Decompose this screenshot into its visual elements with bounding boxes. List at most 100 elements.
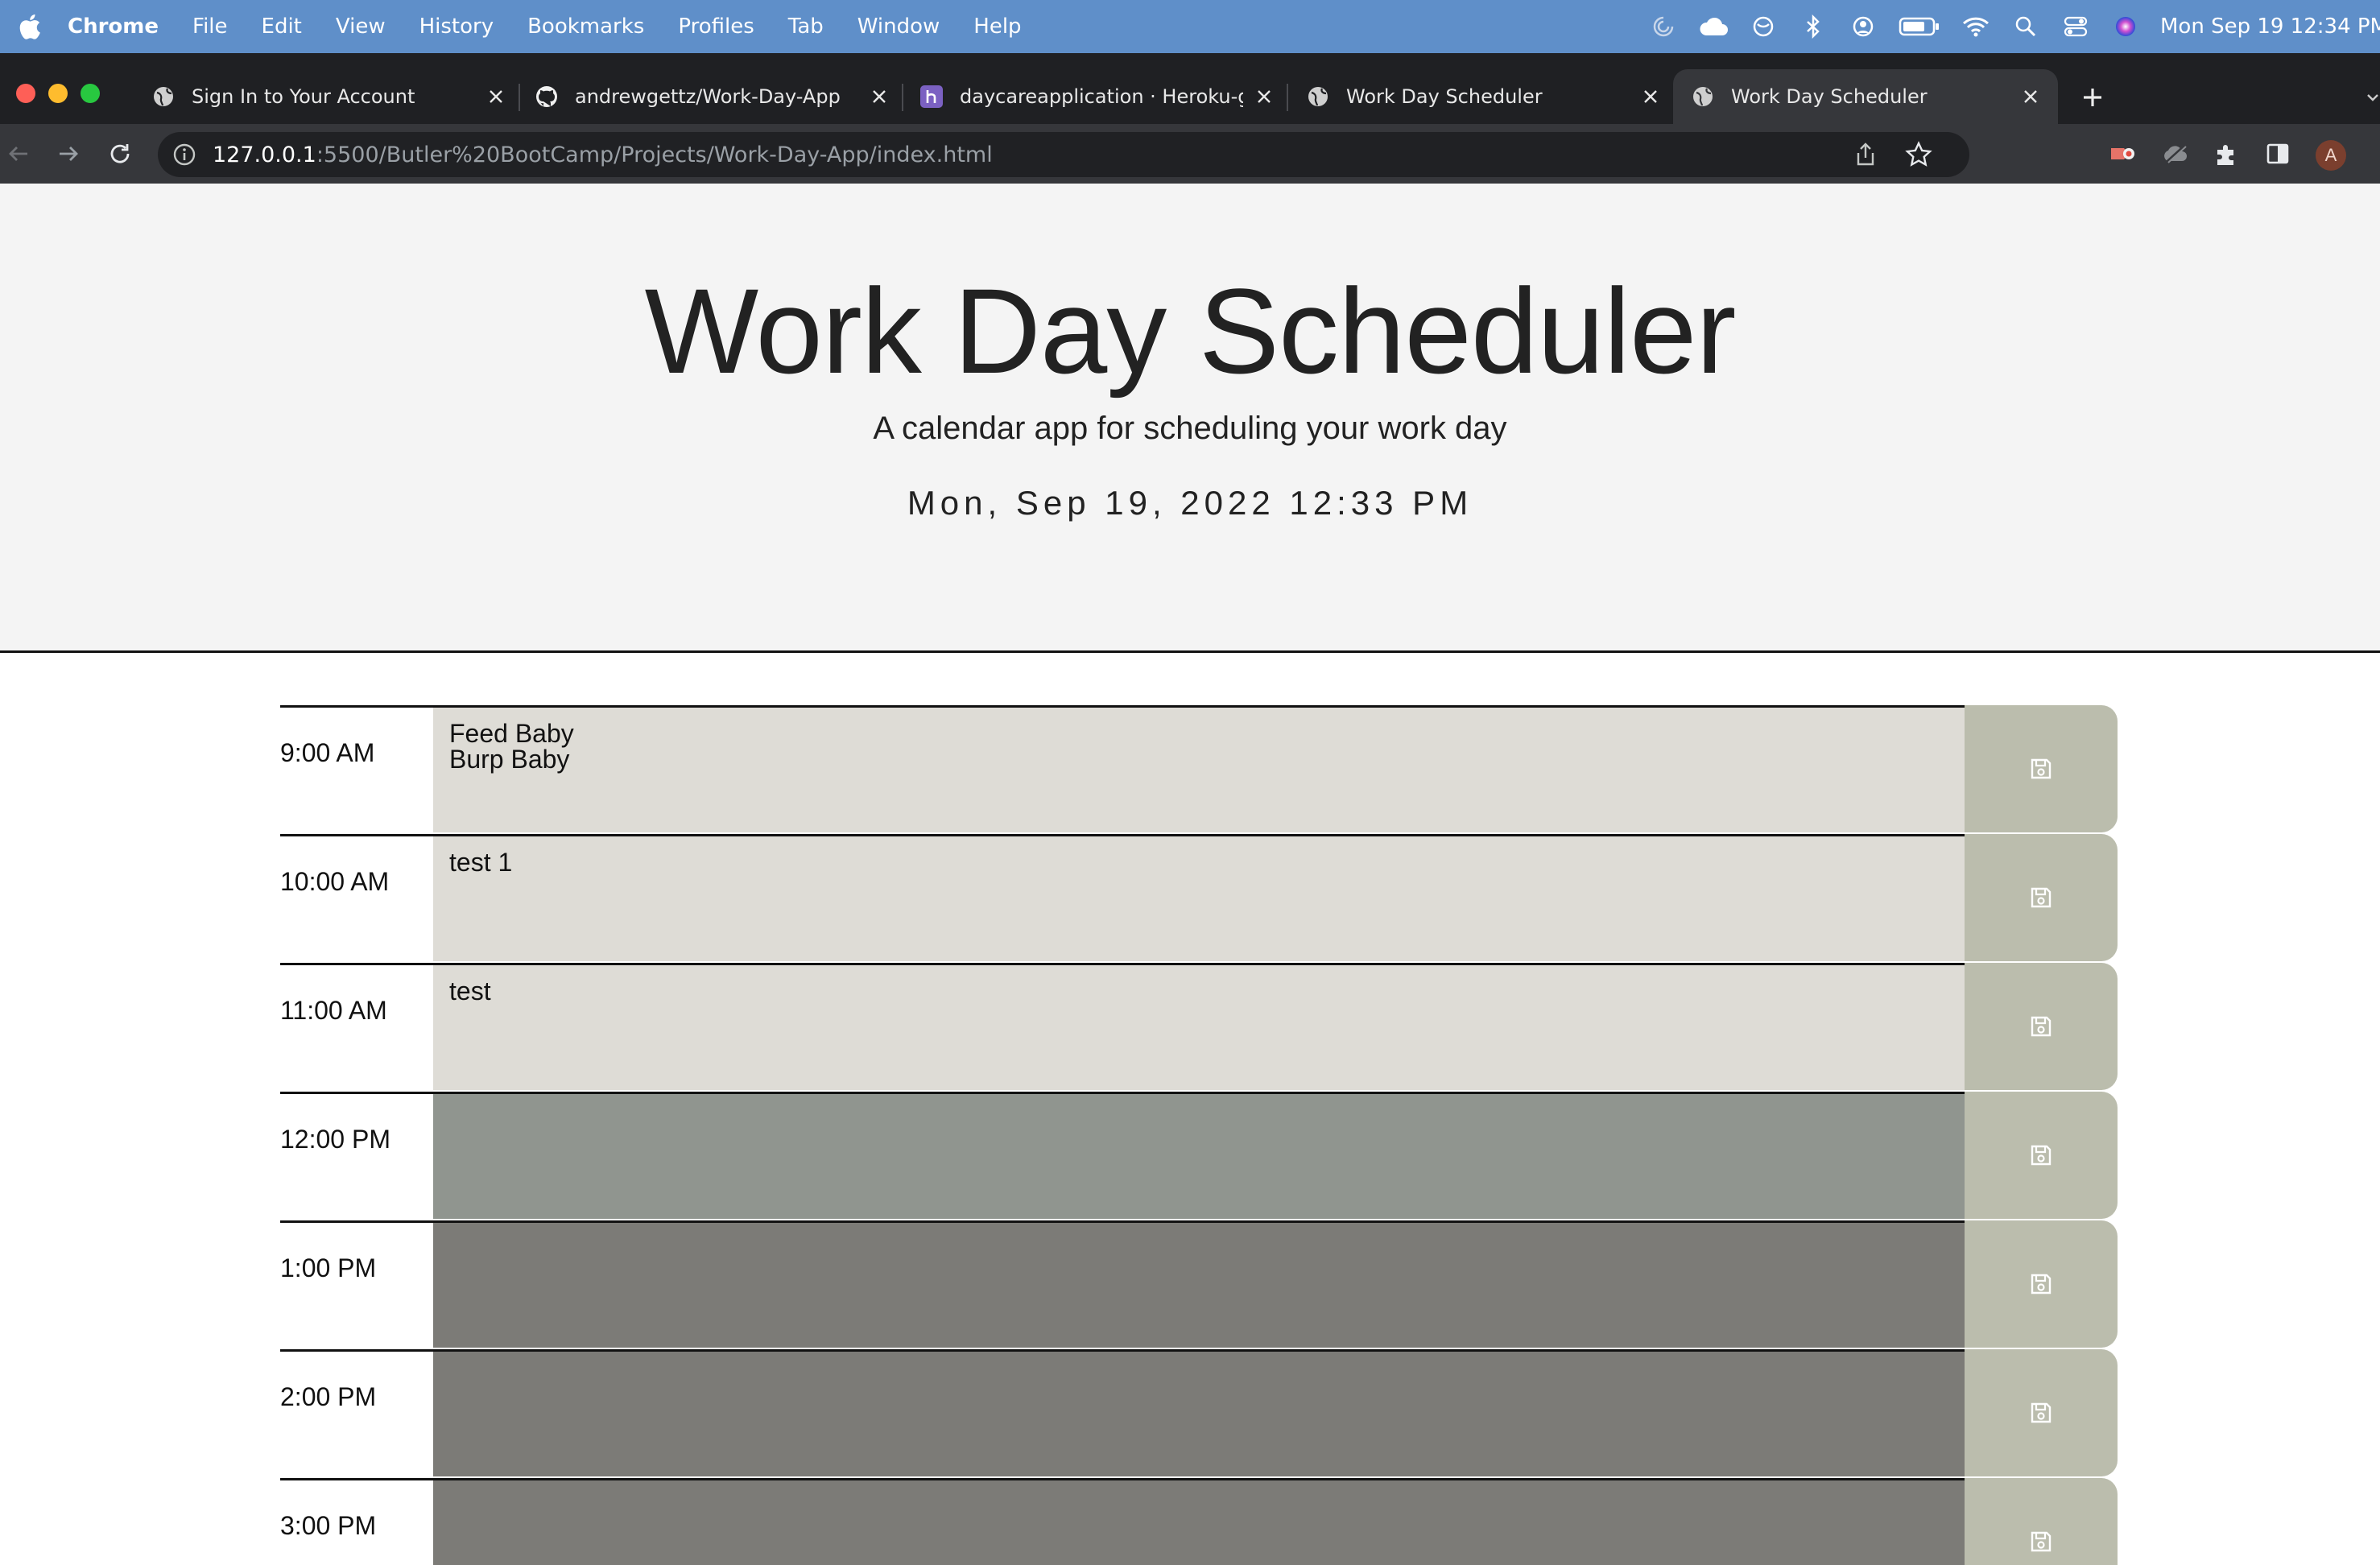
hour-label: 2:00 PM [280,1349,433,1476]
menu-help[interactable]: Help [973,14,1021,39]
timeblock-row: 12:00 PM [280,1092,2118,1219]
event-description[interactable] [433,1220,1965,1348]
spotlight-search-icon[interactable] [2010,11,2041,42]
timeblock-row: 2:00 PM [280,1349,2118,1476]
menu-tab[interactable]: Tab [788,14,824,39]
save-icon [2031,1402,2052,1423]
menu-bookmarks[interactable]: Bookmarks [527,14,644,39]
extension-recorder-icon[interactable] [2108,138,2138,169]
event-description[interactable] [433,1092,1965,1219]
back-button[interactable] [3,138,34,169]
timeblock-list: 9:00 AM Feed Baby Burp Baby 10:00 AM tes… [280,705,2118,1565]
menu-profiles[interactable]: Profiles [678,14,754,39]
reload-button[interactable] [105,138,135,169]
timeblock-row: 1:00 PM [280,1220,2118,1348]
profile-avatar[interactable]: A [2316,140,2346,171]
hour-label: 9:00 AM [280,705,433,832]
save-icon [2031,1016,2052,1037]
hour-label: 1:00 PM [280,1220,433,1348]
globe-icon [151,85,176,109]
save-icon [2031,1531,2052,1552]
save-button[interactable] [1965,1478,2118,1565]
event-description[interactable] [433,1349,1965,1476]
timeblock-row: 11:00 AM test [280,963,2118,1090]
status-menus: Mon Sep 19 12:34 PM [1648,0,2380,53]
menu-window[interactable]: Window [857,14,940,39]
extension-cloud-icon[interactable] [2159,138,2190,169]
event-description[interactable]: test 1 [433,834,1965,961]
close-icon[interactable] [2021,87,2040,106]
tab-divider [1287,84,1288,111]
timeblock-row: 10:00 AM test 1 [280,834,2118,961]
macos-menu-bar: Chrome File Edit View History Bookmarks … [0,0,2380,53]
user-account-icon[interactable] [1848,11,1878,42]
menu-view[interactable]: View [336,14,386,39]
save-button[interactable] [1965,834,2118,961]
extensions-puzzle-icon[interactable] [2211,138,2242,169]
menu-history[interactable]: History [419,14,494,39]
event-description[interactable]: test [433,963,1965,1090]
browser-tab[interactable]: Sign In to Your Account [151,69,506,124]
close-icon[interactable] [486,87,506,106]
cloud-icon[interactable] [1698,11,1729,42]
save-button[interactable] [1965,963,2118,1090]
address-bar[interactable]: 127.0.0.1:5500/Butler%20BootCamp/Project… [158,132,1969,177]
timeblock-row: 9:00 AM Feed Baby Burp Baby [280,705,2118,832]
web-page: Work Day Scheduler A calendar app for sc… [0,184,2380,1565]
menu-app-name[interactable]: Chrome [68,14,159,39]
page-header: Work Day Scheduler A calendar app for sc… [0,184,2380,653]
close-icon[interactable] [870,87,889,106]
save-icon [2031,758,2052,779]
page-title: Work Day Scheduler [644,263,1737,398]
close-icon[interactable] [1641,87,1660,106]
browser-tab-active[interactable]: Work Day Scheduler [1673,69,2058,124]
control-center-icon[interactable] [2060,11,2091,42]
window-close-button[interactable] [16,84,35,103]
hour-label: 3:00 PM [280,1478,433,1565]
apple-icon[interactable] [16,12,42,41]
bookmark-star-icon[interactable] [1905,141,1932,168]
bluetooth-icon[interactable] [1798,11,1828,42]
tab-title: Work Day Scheduler [1731,85,1928,108]
globe-icon [1306,85,1330,109]
forward-button[interactable] [53,138,84,169]
event-description[interactable]: Feed Baby Burp Baby [433,705,1965,832]
tab-title: andrewgettz/Work-Day-App [575,85,841,108]
tab-divider [902,84,903,111]
menu-file[interactable]: File [192,14,228,39]
side-panel-icon[interactable] [2262,138,2293,169]
info-icon[interactable] [172,142,196,167]
event-description[interactable] [433,1478,1965,1565]
menubar-clock[interactable]: Mon Sep 19 12:34 PM [2160,14,2380,39]
browser-tab[interactable]: andrewgettz/Work-Day-App [535,69,889,124]
menu-edit[interactable]: Edit [262,14,302,39]
save-button[interactable] [1965,705,2118,832]
window-zoom-button[interactable] [81,84,100,103]
tab-title: Work Day Scheduler [1346,85,1543,108]
save-button[interactable] [1965,1349,2118,1476]
close-icon[interactable] [1254,87,1274,106]
github-icon [535,85,559,109]
globe-icon [1691,85,1715,109]
tab-title: daycareapplication · Heroku-gi [960,85,1243,108]
tab-title: Sign In to Your Account [192,85,415,108]
window-minimize-button[interactable] [48,84,68,103]
heroku-icon [919,85,944,109]
url-host: 127.0.0.1 [213,142,316,167]
timeblock-row: 3:00 PM [280,1478,2118,1565]
browser-tab[interactable]: Work Day Scheduler [1306,69,1660,124]
siri-icon[interactable] [2110,11,2141,42]
hour-label: 12:00 PM [280,1092,433,1219]
battery-icon[interactable] [1898,11,1941,42]
wifi-icon[interactable] [1961,11,1991,42]
do-not-disturb-icon[interactable] [1748,11,1779,42]
tab-search-chevron-icon[interactable] [2366,90,2380,105]
browser-tab[interactable]: daycareapplication · Heroku-gi [919,69,1274,124]
spiral-icon[interactable] [1648,11,1679,42]
url-path: :5500/Butler%20BootCamp/Projects/Work-Da… [316,142,993,167]
save-button[interactable] [1965,1092,2118,1219]
save-button[interactable] [1965,1220,2118,1348]
new-tab-button[interactable] [2079,84,2106,111]
share-icon[interactable] [1853,142,1878,167]
hour-label: 11:00 AM [280,963,433,1090]
